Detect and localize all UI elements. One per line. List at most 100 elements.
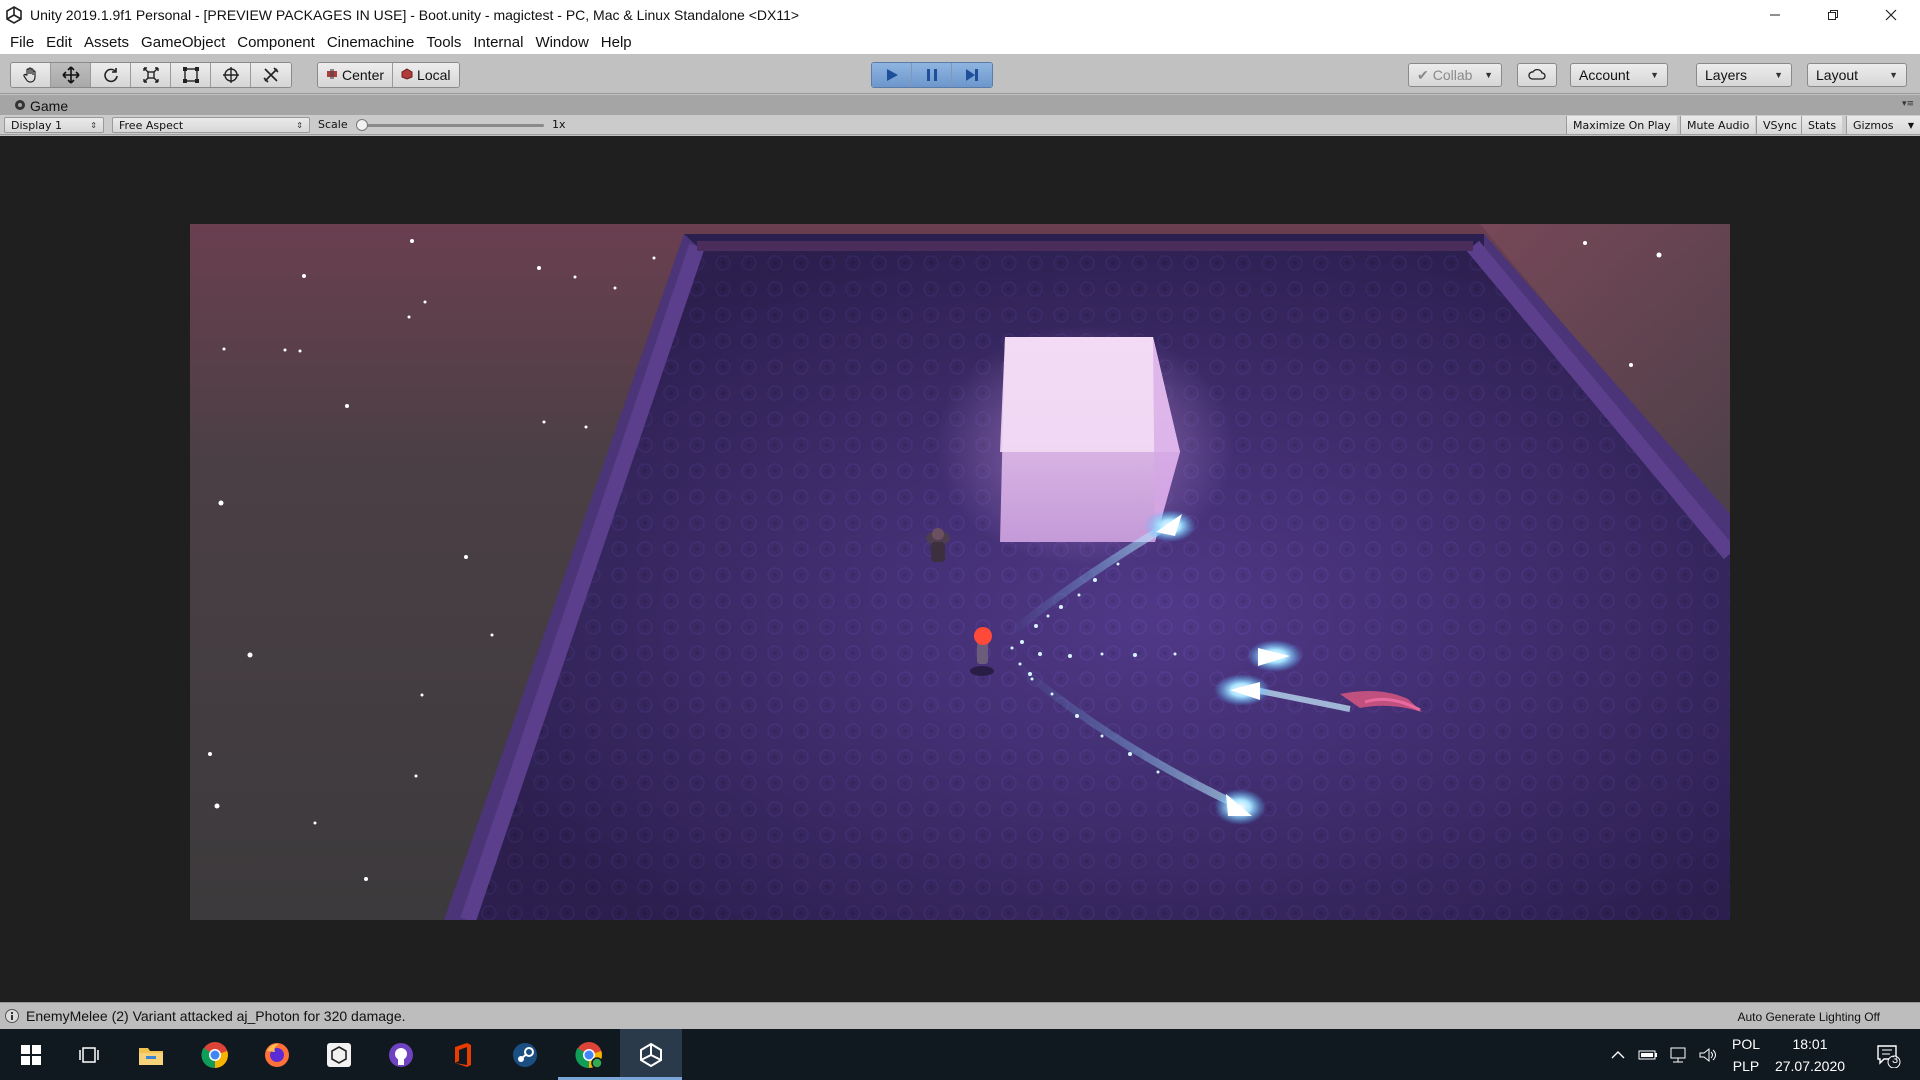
clock-time: 18:01 [1792,1035,1828,1052]
menu-file[interactable]: File [4,34,40,51]
scale-icon[interactable] [131,63,171,87]
collab-check-icon: ✔ [1417,66,1429,83]
menu-gameobject[interactable]: GameObject [135,34,231,51]
maximize-on-play-label: Maximize On Play [1573,118,1671,132]
chrome-profile-icon[interactable] [558,1029,620,1080]
stats-label: Stats [1808,118,1837,132]
hand-icon[interactable] [11,63,51,87]
vsync-label: VSync [1763,118,1798,132]
unity-logo-icon [4,5,24,25]
scale-slider-thumb[interactable] [356,119,368,131]
scale-label: Scale [318,118,348,131]
window-title-bar: Unity 2019.1.9f1 Personal - [PREVIEW PAC… [0,0,1920,30]
language-indicator[interactable]: POL PLP [1724,1029,1768,1080]
battery-icon[interactable] [1634,1029,1662,1080]
play-controls [871,62,993,88]
rotate-icon[interactable] [91,63,131,87]
window-controls [1746,0,1920,30]
menu-help[interactable]: Help [595,34,638,51]
cloud-icon [1527,67,1547,84]
local-space-icon [401,67,413,83]
steam-icon[interactable] [494,1029,556,1080]
tab-game-label: Game [30,97,69,114]
game-render[interactable] [190,224,1730,920]
windows-start-icon[interactable] [0,1029,62,1080]
scale-slider-track[interactable] [360,124,544,127]
display-dropdown[interactable]: Display 1 ⇕ [4,117,104,133]
layout-dropdown[interactable]: Layout ▼ [1807,63,1907,87]
chevron-down-icon: ▼ [1650,70,1659,80]
network-icon[interactable] [1664,1029,1692,1080]
pause-icon[interactable] [912,63,952,87]
notification-count: 3 [1892,1054,1899,1066]
menu-cinemachine[interactable]: Cinemachine [321,34,421,51]
office-icon[interactable] [432,1029,494,1080]
menu-tools[interactable]: Tools [420,34,467,51]
chevron-down-icon: ▼ [1484,70,1493,80]
game-view[interactable] [0,136,1920,1002]
clock[interactable]: 18:01 27.07.2020 [1768,1029,1852,1080]
aspect-label: Free Aspect [119,118,184,132]
account-dropdown[interactable]: Account ▼ [1570,63,1668,87]
maximize-on-play-toggle[interactable]: Maximize On Play [1566,116,1677,134]
github-desktop-icon[interactable] [370,1029,432,1080]
info-icon [4,1008,20,1024]
pivot-mode-button[interactable]: Center [318,63,394,87]
move-icon[interactable] [51,63,91,87]
menu-edit[interactable]: Edit [40,34,78,51]
keyboard-layout: PLP [1732,1057,1760,1074]
chevron-down-icon: ▼ [1907,120,1914,130]
unity-editor-icon[interactable] [620,1029,682,1080]
layers-dropdown[interactable]: Layers ▼ [1696,63,1792,87]
stats-toggle[interactable]: Stats [1801,116,1843,134]
clock-date: 27.07.2020 [1774,1057,1846,1074]
windows-taskbar: POL PLP 18:01 27.07.2020 3 [0,1029,1920,1080]
transform-tools [10,62,292,88]
mute-audio-label: Mute Audio [1687,118,1750,132]
window-title: Unity 2019.1.9f1 Personal - [PREVIEW PAC… [30,7,800,23]
game-view-toolbar: Display 1 ⇕ Free Aspect ⇕ Scale 1x Maxim… [0,115,1920,135]
rect-transform-icon[interactable] [171,63,211,87]
collab-dropdown[interactable]: ✔ Collab ▼ [1408,63,1502,87]
pivot-mode-label: Center [342,67,385,83]
task-view-icon[interactable] [58,1029,120,1080]
notification-center-icon[interactable]: 3 [1864,1029,1912,1080]
volume-icon[interactable] [1694,1029,1722,1080]
close-icon[interactable] [1862,0,1920,30]
menu-bar: File Edit Assets GameObject Component Ci… [0,30,1920,54]
main-toolbar: Center Local ✔ Collab ▼ Account ▼ Layers… [0,54,1920,94]
collab-label: Collab [1432,67,1473,83]
menu-component[interactable]: Component [231,34,321,51]
pivot-toggles: Center Local [317,62,460,88]
menu-internal[interactable]: Internal [467,34,529,51]
step-icon[interactable] [952,63,992,87]
gizmos-dropdown[interactable]: Gizmos ▼ [1846,116,1920,134]
language-code: POL [1731,1035,1760,1052]
menu-assets[interactable]: Assets [78,34,135,51]
chevron-updown-icon: ⇕ [90,120,97,130]
play-icon[interactable] [872,63,912,87]
tab-game[interactable]: Game [8,96,78,115]
account-label: Account [1579,67,1630,83]
restore-icon[interactable] [1804,0,1862,30]
aspect-dropdown[interactable]: Free Aspect ⇕ [112,117,310,133]
chevron-updown-icon: ⇕ [296,120,303,130]
chevron-down-icon: ▼ [1774,70,1783,80]
chevron-up-icon[interactable] [1604,1029,1632,1080]
chrome-icon[interactable] [184,1029,246,1080]
minimize-icon[interactable] [1746,0,1804,30]
game-tab-header: Game ▾≡ [0,95,1920,115]
cloud-button[interactable] [1517,63,1557,87]
menu-window[interactable]: Window [529,34,594,51]
unity-hub-icon[interactable] [308,1029,370,1080]
tab-context-menu-icon[interactable]: ▾≡ [1902,99,1914,109]
pivot-rotation-button[interactable]: Local [393,63,459,87]
transform-icon[interactable] [211,63,251,87]
vsync-toggle[interactable]: VSync [1756,116,1804,134]
mute-audio-toggle[interactable]: Mute Audio [1680,116,1756,134]
custom-tool-icon[interactable] [251,63,291,87]
scale-value: 1x [552,118,566,131]
console-status-bar[interactable]: EnemyMelee (2) Variant attacked aj_Photo… [0,1002,1920,1029]
firefox-icon[interactable] [246,1029,308,1080]
file-explorer-icon[interactable] [120,1029,182,1080]
